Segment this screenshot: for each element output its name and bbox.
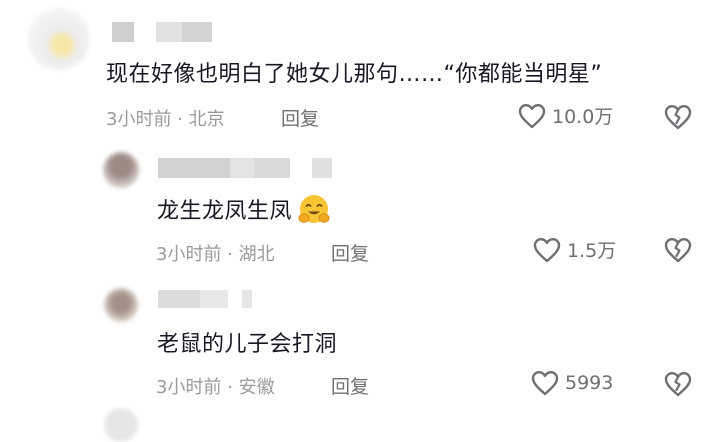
comment-text: 现在好像也明白了她女儿那句……“你都能当明星” <box>106 62 603 87</box>
like-count: 5993 <box>565 372 614 394</box>
comment-time-location: 3小时前 · 北京 <box>106 109 225 130</box>
avatar[interactable] <box>28 8 90 70</box>
like-button[interactable]: 1.5万 <box>533 236 616 263</box>
hugging-face-emoji-icon <box>296 193 332 227</box>
avatar[interactable] <box>104 408 138 442</box>
like-button[interactable]: 10.0万 <box>518 102 613 129</box>
reply-text: 龙生龙凤生凤 <box>157 193 332 229</box>
heart-icon <box>533 237 561 263</box>
heart-icon <box>518 103 546 129</box>
reply-button[interactable]: 回复 <box>331 372 369 399</box>
broken-heart-icon[interactable] <box>664 237 692 263</box>
username-redacted[interactable] <box>158 290 252 308</box>
like-count: 1.5万 <box>567 240 617 262</box>
username-redacted[interactable] <box>158 158 332 178</box>
reply-button[interactable]: 回复 <box>331 239 369 266</box>
like-count: 10.0万 <box>552 106 614 128</box>
reply-text-content: 龙生龙凤生凤 <box>157 199 293 224</box>
broken-heart-icon[interactable] <box>664 104 692 130</box>
reply-time-location: 3小时前 · 湖北 <box>156 244 275 265</box>
reply-button[interactable]: 回复 <box>281 104 319 131</box>
reply-time-location: 3小时前 · 安徽 <box>156 377 275 398</box>
reply-text: 老鼠的儿子会打洞 <box>157 332 338 357</box>
avatar[interactable] <box>104 288 138 322</box>
username-redacted[interactable] <box>112 22 212 42</box>
avatar[interactable] <box>103 152 139 188</box>
heart-icon <box>531 370 559 396</box>
broken-heart-icon[interactable] <box>664 371 692 397</box>
like-button[interactable]: 5993 <box>531 370 613 396</box>
